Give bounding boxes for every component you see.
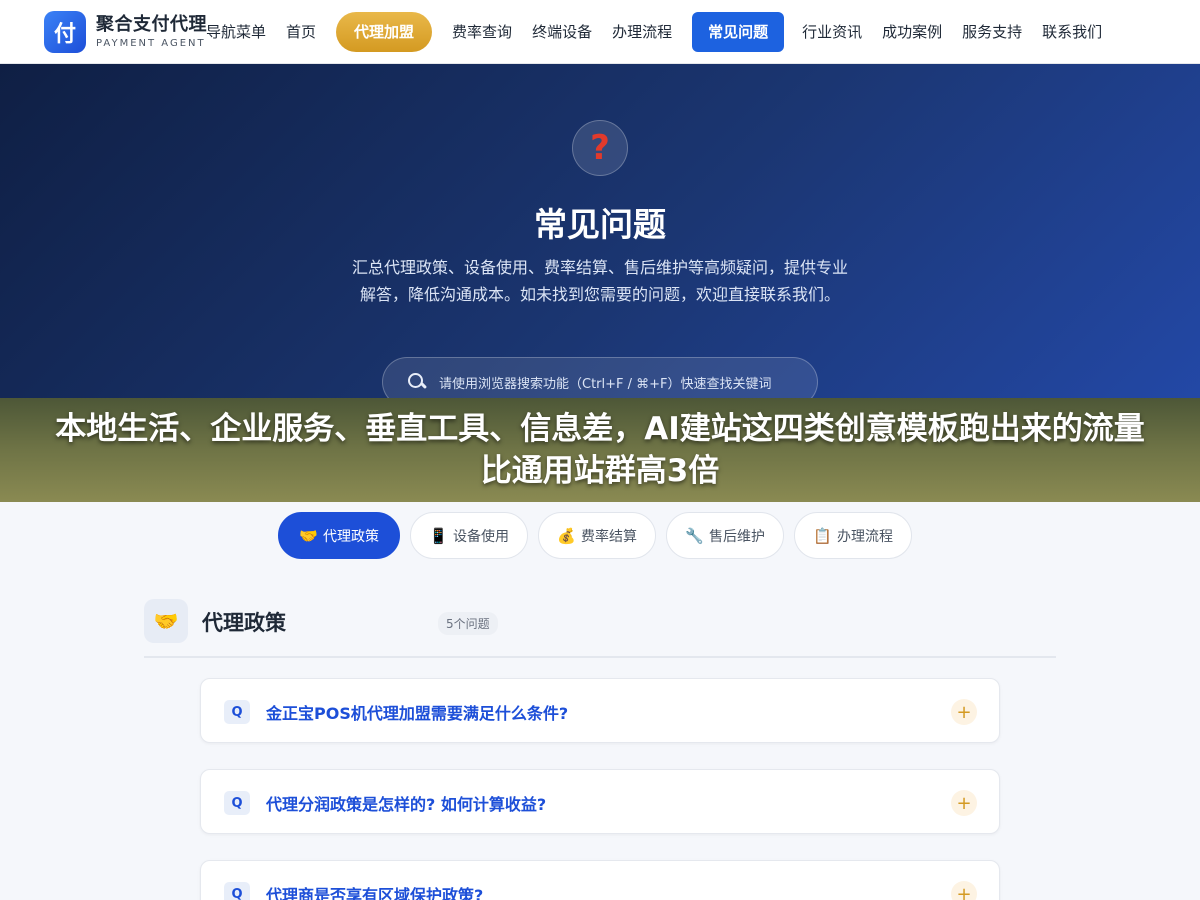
logo-badge: 付	[44, 11, 86, 53]
question-badge: Q	[224, 791, 250, 815]
tab-device-usage[interactable]: 📱 设备使用	[410, 512, 528, 559]
site-header: 付 聚合支付代理 PAYMENT AGENT 导航菜单 首页 代理加盟 费率查询…	[0, 0, 1200, 64]
search-hint-text: 请使用浏览器搜索功能（Ctrl+F / ⌘+F）快速查找关键词	[439, 376, 772, 392]
expand-plus-icon[interactable]: +	[951, 881, 977, 900]
banner-text: 本地生活、企业服务、垂直工具、信息差，AI建站这四类创意模板跑出来的流量比通用站…	[55, 411, 1145, 489]
handshake-icon: 🤝	[299, 526, 318, 545]
clipboard-icon: 📋	[813, 526, 832, 545]
tab-label: 售后维护	[709, 528, 765, 545]
tab-label: 费率结算	[581, 528, 637, 545]
overlay-banner: 本地生活、企业服务、垂直工具、信息差，AI建站这四类创意模板跑出来的流量比通用站…	[0, 398, 1200, 502]
tab-process[interactable]: 📋 办理流程	[794, 512, 912, 559]
logo-subtitle: PAYMENT AGENT	[96, 37, 206, 49]
tab-label: 办理流程	[837, 528, 893, 545]
tab-rate-settlement[interactable]: 💰 费率结算	[538, 512, 656, 559]
nav-process[interactable]: 办理流程	[612, 12, 672, 52]
tab-label: 代理政策	[323, 528, 379, 545]
question-badge: Q	[224, 882, 250, 900]
faq-item[interactable]: Q 代理商是否享有区域保护政策? +	[200, 860, 1000, 900]
handshake-icon: 🤝	[144, 599, 188, 643]
nav-rate-query[interactable]: 费率查询	[452, 12, 512, 52]
section-header: 🤝 代理政策 5个问题	[144, 599, 1056, 658]
faq-question[interactable]: 代理分润政策是怎样的? 如何计算收益?	[266, 791, 546, 815]
site-logo[interactable]: 付 聚合支付代理 PAYMENT AGENT	[44, 11, 207, 53]
nav-agent-join-button[interactable]: 代理加盟	[336, 12, 433, 52]
nav-service-support[interactable]: 服务支持	[962, 12, 1022, 52]
question-mark-icon: ?	[572, 120, 628, 176]
phone-icon: 📱	[429, 526, 448, 545]
faq-question[interactable]: 金正宝POS机代理加盟需要满足什么条件?	[266, 700, 568, 724]
main-nav: 导航菜单 首页 代理加盟 费率查询 终端设备 办理流程 常见问题 行业资讯 成功…	[206, 12, 1122, 52]
expand-plus-icon[interactable]: +	[951, 699, 977, 725]
nav-contact-us[interactable]: 联系我们	[1042, 12, 1102, 52]
tab-agent-policy[interactable]: 🤝 代理政策	[278, 512, 400, 559]
nav-faq-active[interactable]: 常见问题	[692, 12, 785, 52]
question-badge: Q	[224, 700, 250, 724]
category-tabs: 🤝 代理政策 📱 设备使用 💰 费率结算 🔧 售后维护 📋 办理流程	[278, 512, 922, 559]
tab-after-sales[interactable]: 🔧 售后维护	[666, 512, 784, 559]
nav-terminal-devices[interactable]: 终端设备	[532, 12, 592, 52]
nav-industry-news[interactable]: 行业资讯	[802, 12, 862, 52]
nav-menu-toggle[interactable]: 导航菜单	[206, 12, 266, 52]
faq-hero: ? 常见问题 汇总代理政策、设备使用、费率结算、售后维护等高频疑问，提供专业解答…	[0, 64, 1200, 407]
tab-label: 设备使用	[453, 528, 509, 545]
section-title: 代理政策	[202, 611, 286, 635]
faq-item[interactable]: Q 代理分润政策是怎样的? 如何计算收益? +	[200, 769, 1000, 834]
question-count-badge: 5个问题	[438, 612, 498, 635]
money-bag-icon: 💰	[557, 526, 576, 545]
faq-question[interactable]: 代理商是否享有区域保护政策?	[266, 882, 483, 900]
expand-plus-icon[interactable]: +	[951, 790, 977, 816]
search-icon	[407, 372, 427, 392]
page-title: 常见问题	[534, 205, 666, 244]
nav-home[interactable]: 首页	[286, 12, 316, 52]
faq-item[interactable]: Q 金正宝POS机代理加盟需要满足什么条件? +	[200, 678, 1000, 743]
hero-description: 汇总代理政策、设备使用、费率结算、售后维护等高频疑问，提供专业解答，降低沟通成本…	[351, 258, 848, 304]
nav-success-cases[interactable]: 成功案例	[882, 12, 942, 52]
logo-text: 聚合支付代理 PAYMENT AGENT	[96, 13, 207, 49]
wrench-icon: 🔧	[685, 526, 704, 545]
logo-title: 聚合支付代理	[96, 13, 207, 35]
